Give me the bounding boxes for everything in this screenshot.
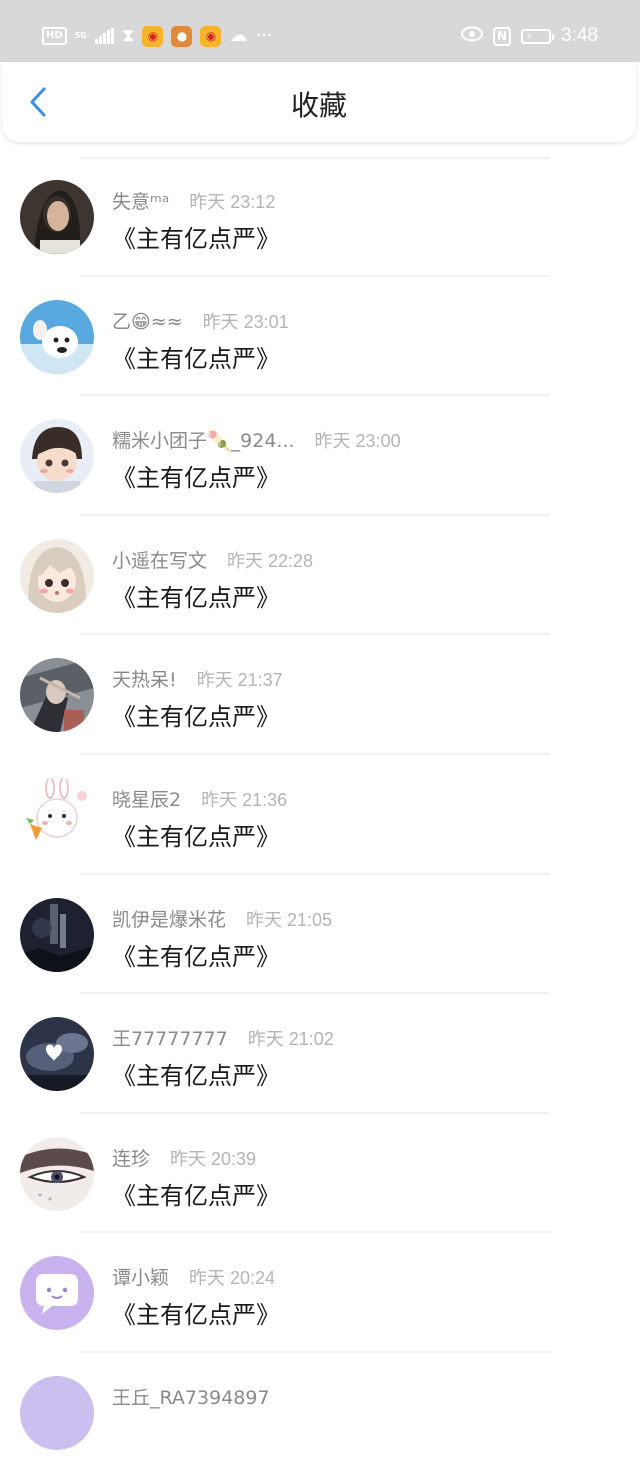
page-title: 收藏	[290, 89, 347, 122]
message-text: 《主有亿点严》	[112, 942, 280, 971]
message-text: 《主有亿点严》	[112, 822, 280, 851]
avatar[interactable]	[20, 299, 94, 374]
avatar[interactable]	[20, 538, 94, 613]
item-meta: 糯米小团子🍡_924... 昨天 23:00	[112, 426, 401, 453]
timestamp: 昨天 23:01	[202, 311, 289, 332]
list-item[interactable]: 谭小颖 昨天 20:24 《主有亿点严》	[0, 1233, 640, 1353]
timestamp: 昨天 21:37	[196, 670, 283, 691]
timestamp: 昨天 21:05	[246, 909, 333, 930]
username[interactable]: 连珍	[112, 1144, 150, 1171]
weibo-notification-icon: ◉	[142, 25, 164, 47]
message-text: 《主有亿点严》	[112, 344, 280, 373]
avatar[interactable]	[20, 180, 94, 254]
status-left: HD 5G ⧗ ◉ ● ◉ ☁ ···	[42, 22, 273, 50]
avatar[interactable]	[20, 658, 94, 733]
status-time: 3:48	[561, 25, 598, 46]
message-text: 《主有亿点严》	[112, 464, 280, 493]
username[interactable]: 凯伊是爆米花	[112, 905, 226, 932]
nav-bar: 收藏	[2, 62, 636, 142]
list-item[interactable]: 乙😁≈≈ 昨天 23:01 《主有亿点严》	[0, 277, 640, 397]
item-meta: 王77777777 昨天 21:02	[112, 1024, 334, 1051]
message-text: 《主有亿点严》	[112, 703, 280, 732]
timestamp: 昨天 22:28	[227, 550, 314, 571]
cloud-icon: ☁	[229, 25, 248, 46]
chat-notification-icon: ●	[171, 25, 193, 47]
hd-badge: HD	[42, 27, 67, 45]
item-meta: 连珍 昨天 20:39	[112, 1144, 256, 1171]
message-text: 《主有亿点严》	[112, 1301, 280, 1330]
username[interactable]: 谭小颖	[112, 1263, 169, 1290]
item-meta: 晓星辰2 昨天 21:36	[112, 785, 287, 812]
network-type: 5G	[74, 31, 87, 40]
message-text: 《主有亿点严》	[112, 225, 280, 253]
avatar[interactable]	[20, 1375, 94, 1450]
battery-icon: ⚡	[521, 28, 555, 44]
item-meta: 凯伊是爆米花 昨天 21:05	[112, 905, 332, 932]
list-item[interactable]: 王丘_RA7394897	[0, 1353, 640, 1473]
timestamp: 昨天 23:00	[314, 431, 401, 452]
timestamp: 昨天 21:36	[201, 789, 288, 810]
item-meta: 天热呆! 昨天 21:37	[112, 665, 283, 692]
username[interactable]: 失意ᵐᵃ	[112, 187, 169, 214]
timestamp: 昨天 21:02	[247, 1029, 334, 1050]
username[interactable]: 乙😁≈≈	[112, 307, 183, 334]
message-text: 《主有亿点严》	[112, 1062, 280, 1091]
favorites-list: 失意ᵐᵃ 昨天 23:12 《主有亿点严》 乙😁≈≈ 昨天 23:01 《主有亿…	[0, 157, 640, 1473]
item-meta: 谭小颖 昨天 20:24	[112, 1263, 275, 1290]
list-item[interactable]: 连珍 昨天 20:39 《主有亿点严》	[0, 1114, 640, 1234]
list-item[interactable]: 小遥在写文 昨天 22:28 《主有亿点严》	[0, 516, 640, 636]
signal-icon	[94, 28, 114, 44]
list-item[interactable]: 失意ᵐᵃ 昨天 23:12 《主有亿点严》	[0, 157, 640, 277]
status-right: N ⚡ 3:48	[460, 22, 598, 50]
item-meta: 失意ᵐᵃ 昨天 23:12	[112, 187, 275, 214]
username[interactable]: 王77777777	[112, 1024, 228, 1051]
username[interactable]: 天热呆!	[112, 665, 177, 692]
nfc-icon: N	[492, 26, 512, 46]
timestamp: 昨天 20:24	[189, 1268, 276, 1289]
more-notifications-icon: ···	[255, 25, 273, 46]
avatar[interactable]	[20, 1136, 94, 1211]
username[interactable]: 晓星辰2	[112, 785, 181, 812]
avatar[interactable]	[20, 1256, 94, 1331]
list-item[interactable]: 糯米小团子🍡_924... 昨天 23:00 《主有亿点严》	[0, 396, 640, 516]
item-meta: 小遥在写文 昨天 22:28	[112, 546, 313, 573]
list-item[interactable]: 天热呆! 昨天 21:37 《主有亿点严》	[0, 635, 640, 755]
list-item[interactable]: 晓星辰2 昨天 21:36 《主有亿点严》	[0, 755, 640, 875]
eye-icon	[460, 26, 483, 46]
avatar[interactable]	[20, 777, 94, 852]
message-text: 《主有亿点严》	[112, 1181, 280, 1210]
item-meta: 乙😁≈≈ 昨天 23:01	[112, 307, 289, 334]
timestamp: 昨天 23:12	[189, 192, 276, 212]
username[interactable]: 糯米小团子🍡_924...	[112, 426, 295, 453]
avatar[interactable]	[20, 1017, 94, 1092]
avatar[interactable]	[20, 419, 94, 494]
hourglass-icon: ⧗	[121, 25, 135, 46]
avatar[interactable]	[20, 897, 94, 972]
username[interactable]: 小遥在写文	[112, 546, 207, 573]
message-text: 《主有亿点严》	[112, 583, 280, 612]
status-bar: HD 5G ⧗ ◉ ● ◉ ☁ ··· N ⚡ 3:48	[0, 0, 640, 62]
list-item[interactable]: 王77777777 昨天 21:02 《主有亿点严》	[0, 994, 640, 1114]
weibo-notification-icon-2: ◉	[200, 25, 222, 47]
list-item[interactable]: 凯伊是爆米花 昨天 21:05 《主有亿点严》	[0, 875, 640, 995]
timestamp: 昨天 20:39	[170, 1148, 257, 1169]
